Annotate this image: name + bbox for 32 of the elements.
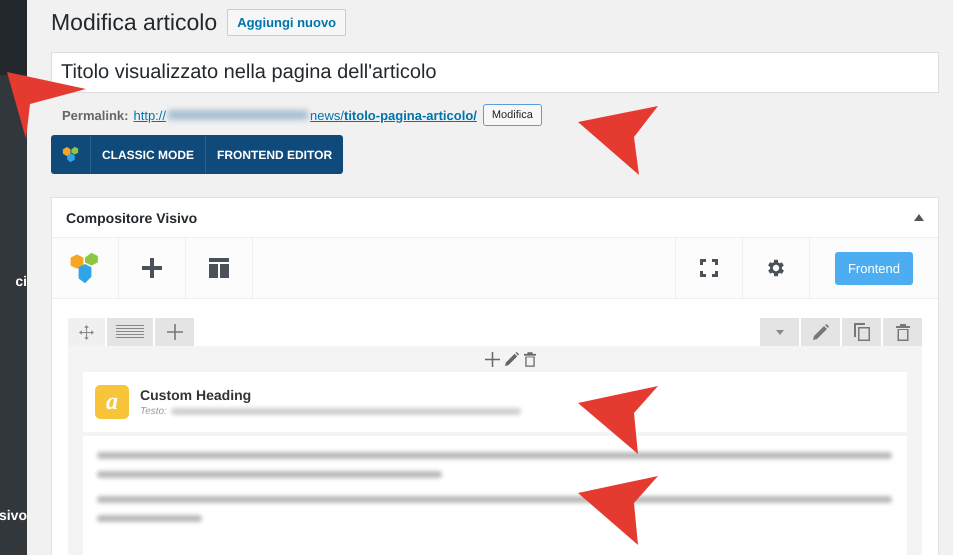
permalink-link[interactable]: http:// <box>133 108 166 122</box>
columns-icon[interactable] <box>116 325 144 339</box>
add-icon[interactable] <box>142 258 162 278</box>
settings-icon[interactable] <box>765 257 787 279</box>
permalink-link[interactable]: news/titolo-pagina-articolo/ <box>310 108 477 122</box>
fullscreen-icon[interactable] <box>700 259 718 277</box>
caret-icon[interactable] <box>776 330 784 334</box>
copy-icon[interactable] <box>854 323 870 341</box>
edit-permalink-button[interactable]: Modifica <box>482 104 542 126</box>
add-new-button[interactable]: Aggiungi nuovo <box>227 8 346 36</box>
move-icon[interactable] <box>79 324 94 340</box>
element-title: Custom Heading <box>140 387 252 403</box>
delete-icon[interactable] <box>896 324 910 340</box>
collapse-icon[interactable] <box>914 214 924 221</box>
delete-icon[interactable] <box>524 352 536 366</box>
add-icon[interactable] <box>484 352 500 366</box>
heading-element-icon: a <box>95 385 129 419</box>
add-icon[interactable] <box>166 324 182 340</box>
sidebar-item[interactable]: ci <box>0 273 27 289</box>
editor-mode-button[interactable]: FRONTEND EDITOR <box>206 135 344 174</box>
panel-title: Compositore Visivo <box>66 210 198 226</box>
editor-mode-button[interactable]: CLASSIC MODE <box>91 135 206 174</box>
layout-icon[interactable] <box>209 258 229 278</box>
element-card[interactable]: a Custom Heading Testo: <box>83 372 907 432</box>
edit-icon[interactable] <box>504 352 518 366</box>
edit-icon[interactable] <box>812 324 828 340</box>
cube-logo-icon[interactable] <box>69 251 101 285</box>
permalink-label: Permalink: <box>62 108 128 122</box>
cube-logo-icon <box>62 146 79 163</box>
title-field[interactable]: Titolo visualizzato nella pagina dell'articolo <box>51 52 939 93</box>
element-subtitle-label: Testo: <box>140 406 167 417</box>
page-title: Modifica articolo <box>51 8 218 36</box>
